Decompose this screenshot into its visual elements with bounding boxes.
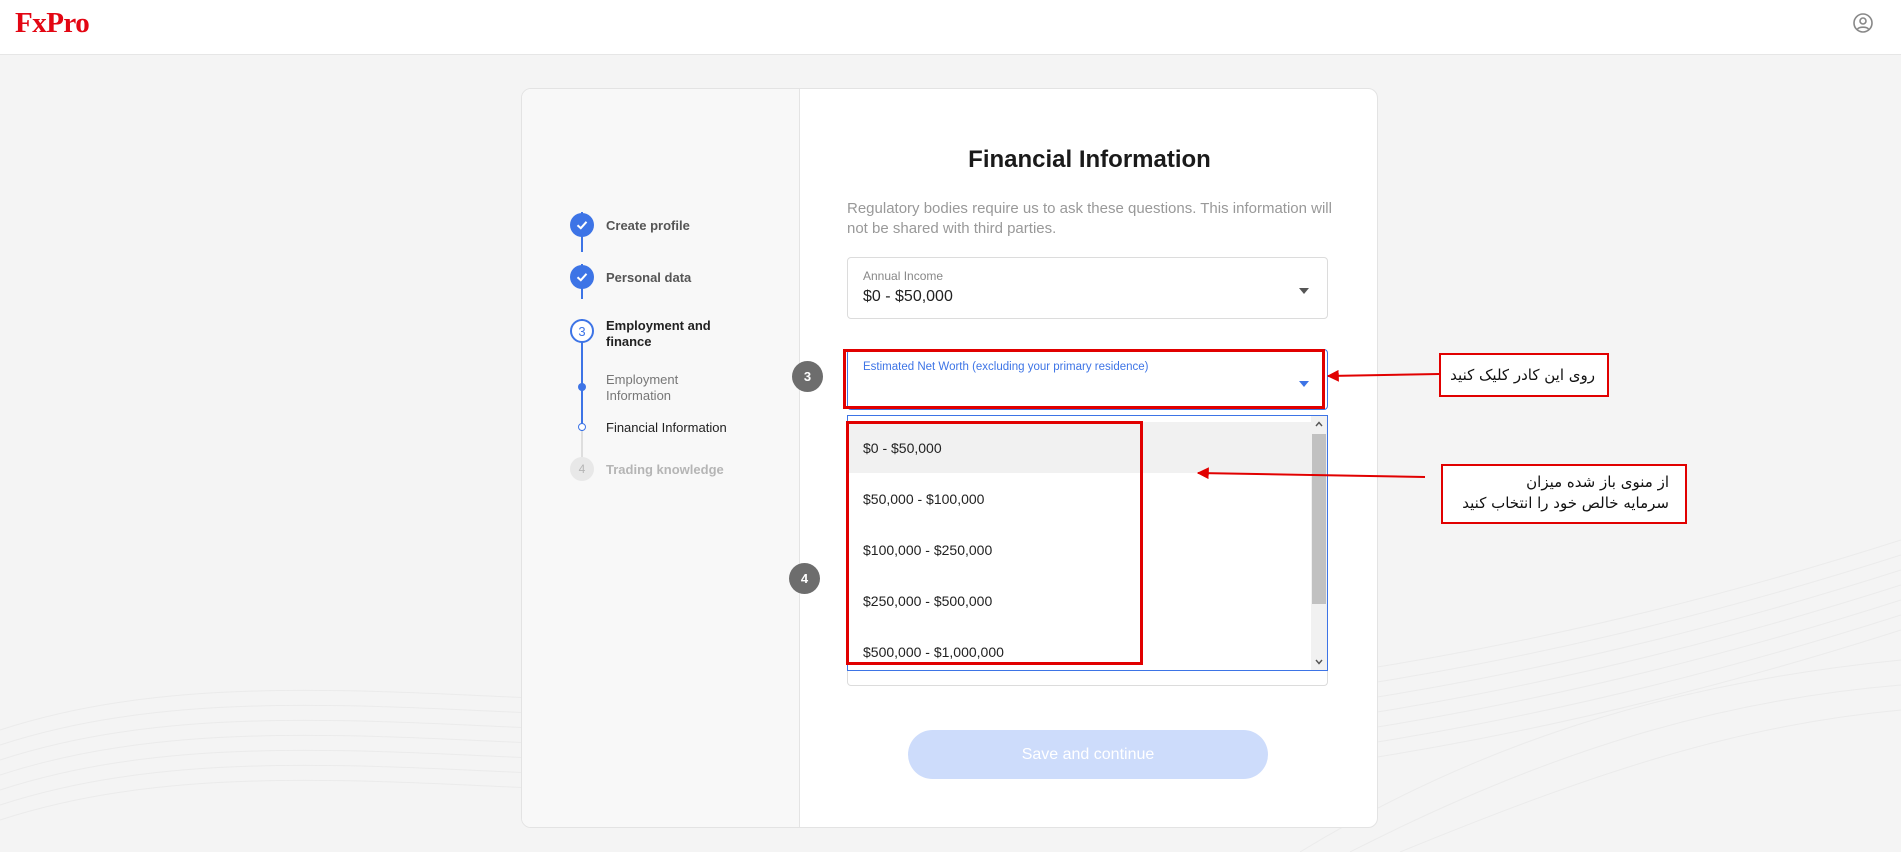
annotation-select-option: از منوی باز شده میزان سرمایه خالص خود را… xyxy=(1441,464,1687,524)
scroll-down-icon[interactable] xyxy=(1315,658,1323,666)
annotation-select-line2: سرمایه خالص خود را انتخاب کنید xyxy=(1462,494,1669,512)
annual-income-label: Annual Income xyxy=(863,269,944,283)
form-description: Regulatory bodies require us to ask thes… xyxy=(847,200,1332,237)
highlight-net-worth-field xyxy=(843,349,1325,409)
step-number-3: 3 xyxy=(570,319,594,343)
next-field-edge xyxy=(847,671,1328,686)
scroll-up-icon[interactable] xyxy=(1315,420,1323,428)
substep-dot xyxy=(578,423,586,431)
step-connector xyxy=(581,431,583,459)
save-and-continue-button[interactable]: Save and continue xyxy=(908,730,1268,779)
page-title: Financial Information xyxy=(968,146,1211,173)
step-personal-data[interactable]: Personal data xyxy=(606,270,746,286)
step-marker-3: 3 xyxy=(792,361,823,392)
user-circle-icon[interactable] xyxy=(1852,12,1874,34)
step-trading-knowledge: Trading knowledge xyxy=(606,462,724,477)
substep-dot xyxy=(578,383,586,391)
annual-income-select[interactable]: Annual Income $0 - $50,000 xyxy=(847,257,1328,319)
chevron-down-icon xyxy=(1299,288,1309,294)
substep-employment-information[interactable]: Employment Information xyxy=(606,372,746,404)
annotation-click-text: روی این کادر کلیک کنید xyxy=(1450,366,1595,384)
dropdown-scrollbar[interactable] xyxy=(1311,416,1327,670)
fxpro-logo[interactable]: FxPro xyxy=(15,7,90,40)
annotation-select-line1: از منوی باز شده میزان xyxy=(1526,473,1669,491)
step-employment-finance[interactable]: Employment and finance xyxy=(606,318,746,350)
substep-financial-information[interactable]: Financial Information xyxy=(606,420,746,436)
check-icon xyxy=(570,265,594,289)
progress-sidebar: Create profile Personal data 3 Employmen… xyxy=(522,89,800,827)
scroll-thumb[interactable] xyxy=(1312,434,1326,604)
annual-income-value: $0 - $50,000 xyxy=(863,288,953,305)
highlight-options-list xyxy=(846,421,1143,665)
annotation-click-field: روی این کادر کلیک کنید xyxy=(1439,353,1609,397)
step-number-4: 4 xyxy=(570,457,594,481)
step-create-profile[interactable]: Create profile xyxy=(606,218,746,234)
step-marker-4: 4 xyxy=(789,563,820,594)
top-bar: FxPro xyxy=(0,0,1901,55)
check-icon xyxy=(570,213,594,237)
